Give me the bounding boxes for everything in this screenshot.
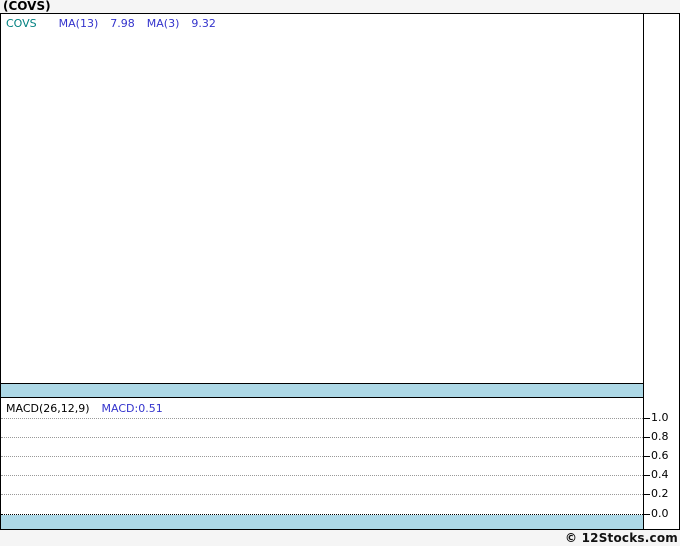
panel-divider-band [1,383,643,398]
ma13-label: MA(13) [58,17,99,30]
page-title: (COVS) [3,0,51,13]
y-axis-tick [644,475,650,476]
y-axis-tick-label: 1.0 [651,411,669,424]
y-axis-tick [644,514,650,515]
y-axis-divider-line [643,13,644,530]
macd-gridline [1,456,643,457]
macd-panel-legend: MACD(26,12,9) MACD:0.51 [6,402,163,415]
macd-gridline [1,418,643,419]
price-panel-legend: COVS MA(13) 7.98 MA(3) 9.32 [6,17,216,30]
y-axis-tick-label: 0.0 [651,507,669,520]
y-axis-tick [644,456,650,457]
macd-gridline [1,475,643,476]
macd-gridline [1,494,643,495]
y-axis-tick-label: 0.8 [651,430,669,443]
ma3-label: MA(3) [146,17,180,30]
ma3-value: 9.32 [191,17,216,30]
chart-frame [0,13,680,530]
bottom-band [1,515,643,529]
macd-gridline [1,437,643,438]
y-axis-tick-label: 0.2 [651,487,669,500]
y-axis-tick [644,494,650,495]
ticker-symbol: COVS [6,17,37,30]
y-axis-tick [644,418,650,419]
y-axis-tick-label: 0.6 [651,449,669,462]
site-credit: © 12Stocks.com [565,531,678,545]
macd-value: MACD:0.51 [101,402,163,415]
y-axis-tick-label: 0.4 [651,468,669,481]
ma13-value: 7.98 [110,17,135,30]
y-axis-tick [644,437,650,438]
macd-params-label: MACD(26,12,9) [6,402,90,415]
